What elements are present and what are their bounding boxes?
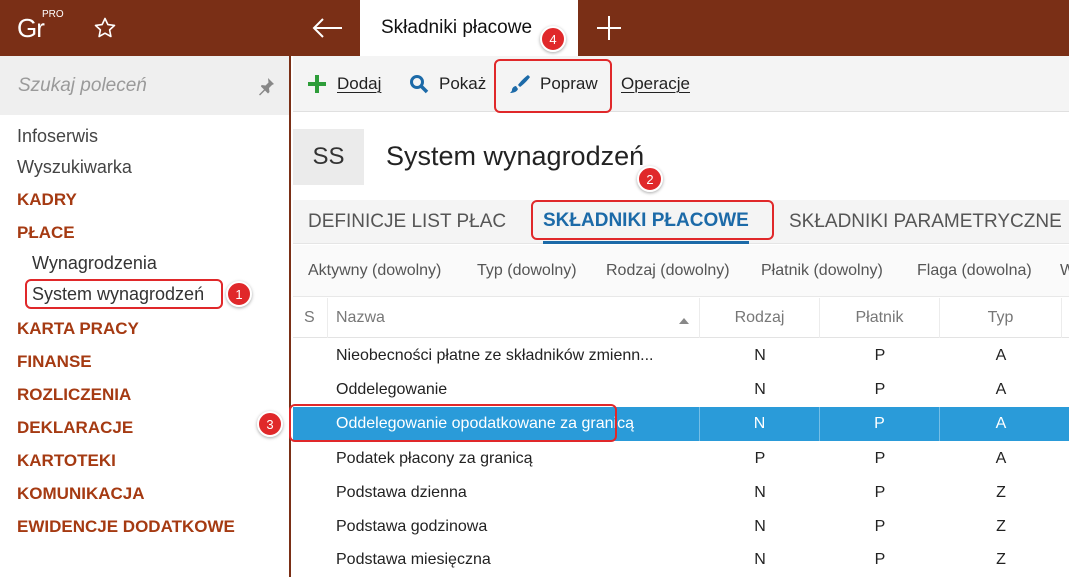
operations-button-label: Operacje — [621, 74, 690, 93]
cell-platnik: P — [874, 381, 886, 398]
sidebar: Infoserwis Wyszukiwarka KADRY PŁACE Wyna… — [0, 56, 291, 577]
sidebar-item-wyszukiwarka[interactable]: Wyszukiwarka — [17, 157, 132, 178]
cell-platnik: P — [874, 484, 886, 501]
column-header-rodzaj[interactable]: Rodzaj — [700, 298, 820, 338]
step-marker-1: 1 — [226, 281, 252, 307]
logo-text: Gr — [17, 13, 45, 43]
command-search-input[interactable] — [0, 56, 250, 115]
column-header-s[interactable]: S — [293, 298, 328, 338]
table-row[interactable]: Oddelegowanie N P A — [293, 373, 1069, 407]
column-header-typ[interactable]: Typ — [940, 298, 1062, 338]
cell-platnik: P — [874, 551, 886, 568]
show-button[interactable]: Pokaż — [409, 56, 486, 112]
window-tab-label: Składniki płacowe — [381, 17, 533, 38]
sidebar-item-infoserwis[interactable]: Infoserwis — [17, 126, 98, 147]
sort-ascending-icon — [678, 312, 690, 330]
app-logo[interactable]: Gr PRO — [0, 0, 72, 56]
cell-platnik: P — [874, 450, 886, 467]
filter-platnik[interactable]: Płatnik (dowolny) — [761, 245, 883, 297]
cell-nazwa: Oddelegowanie — [336, 381, 448, 398]
sidebar-item-kartoteki[interactable]: KARTOTEKI — [17, 451, 116, 471]
cell-nazwa: Podstawa godzinowa — [336, 518, 488, 535]
cell-nazwa: Podstawa miesięczna — [336, 551, 491, 568]
column-header-platnik[interactable]: Płatnik — [820, 298, 940, 338]
sidebar-item-rozliczenia[interactable]: ROZLICZENIA — [17, 385, 131, 405]
module-badge: SS — [293, 129, 364, 185]
show-button-label: Pokaż — [439, 74, 487, 93]
cell-rodzaj: N — [754, 347, 766, 364]
sidebar-item-wynagrodzenia[interactable]: Wynagrodzenia — [32, 253, 157, 274]
filter-aktywny[interactable]: Aktywny (dowolny) — [308, 245, 441, 297]
sidebar-item-deklaracje[interactable]: DEKLARACJE — [17, 418, 133, 438]
sidebar-item-komunikacja[interactable]: KOMUNIKACJA — [17, 484, 145, 504]
cell-nazwa: Oddelegowanie opodatkowane za granicą — [336, 407, 700, 441]
top-bar: Gr PRO Składniki płacowe — [0, 0, 1069, 56]
cell-platnik: P — [820, 407, 940, 441]
sidebar-item-system-wynagrodzen[interactable]: System wynagrodzeń — [32, 284, 204, 305]
page-title: System wynagrodzeń — [386, 141, 645, 171]
step-marker-4: 4 — [540, 26, 566, 52]
command-search — [0, 56, 289, 115]
table-row[interactable]: Podstawa miesięczna N P Z — [293, 543, 1069, 577]
table-row[interactable]: Nieobecności płatne ze składników zmienn… — [293, 339, 1069, 373]
pin-icon[interactable] — [256, 76, 276, 96]
cell-nazwa: Podatek płacony za granicą — [336, 450, 533, 467]
cell-typ: Z — [996, 551, 1006, 568]
column-header-nazwa-label: Nazwa — [336, 309, 385, 326]
cell-rodzaj: N — [754, 381, 766, 398]
cell-typ: A — [995, 381, 1007, 398]
toolbar: Dodaj Pokaż Popraw Operacje — [293, 56, 1069, 112]
cell-typ: A — [995, 347, 1007, 364]
operations-button[interactable]: Operacje — [621, 56, 690, 112]
cell-nazwa: Nieobecności płatne ze składników zmienn… — [336, 347, 654, 364]
cell-typ: A — [995, 415, 1007, 432]
sidebar-item-place[interactable]: PŁACE — [17, 223, 75, 243]
tab-skladniki-parametryczne[interactable]: SKŁADNIKI PARAMETRYCZNE — [789, 200, 1062, 244]
cell-nazwa: Podstawa dzienna — [336, 484, 467, 501]
sidebar-item-karta-pracy[interactable]: KARTA PRACY — [17, 319, 139, 339]
sidebar-item-ewidencje-dodatkowe[interactable]: EWIDENCJE DODATKOWE — [17, 517, 235, 537]
column-header-nazwa[interactable]: Nazwa — [328, 298, 700, 338]
cell-rodzaj: N — [700, 407, 820, 441]
search-icon — [409, 74, 429, 94]
sidebar-item-finanse[interactable]: FINANSE — [17, 352, 92, 372]
cell-typ: Z — [996, 518, 1006, 535]
brush-icon — [508, 73, 530, 95]
section-tabs: DEFINICJE LIST PŁAC SKŁADNIKI PŁACOWE SK… — [293, 200, 1069, 244]
back-arrow-icon[interactable] — [293, 0, 360, 56]
favorites-star-icon[interactable] — [72, 0, 138, 56]
filter-typ[interactable]: Typ (dowolny) — [477, 245, 577, 297]
add-button[interactable]: Dodaj — [307, 56, 381, 112]
filter-rodzaj[interactable]: Rodzaj (dowolny) — [606, 245, 730, 297]
filter-flaga[interactable]: Flaga (dowolna) — [917, 245, 1032, 297]
grid-header: S Nazwa Rodzaj Płatnik Typ — [293, 298, 1069, 338]
table-row[interactable]: Podstawa dzienna N P Z — [293, 476, 1069, 510]
step-marker-2: 2 — [637, 166, 663, 192]
tab-definicje-list-plac[interactable]: DEFINICJE LIST PŁAC — [308, 200, 506, 244]
cell-platnik: P — [874, 347, 886, 364]
tab-skladniki-placowe[interactable]: SKŁADNIKI PŁACOWE — [543, 200, 749, 244]
cell-typ: A — [995, 450, 1007, 467]
table-row[interactable]: Podatek płacony za granicą P P A — [293, 442, 1069, 476]
cell-rodzaj: N — [754, 484, 766, 501]
edit-button[interactable]: Popraw — [508, 56, 598, 112]
cell-platnik: P — [874, 518, 886, 535]
cell-rodzaj: N — [754, 518, 766, 535]
logo-badge: PRO — [42, 9, 64, 20]
edit-button-label: Popraw — [540, 74, 598, 93]
table-row[interactable]: Podstawa godzinowa N P Z — [293, 510, 1069, 544]
filter-bar: Aktywny (dowolny) Typ (dowolny) Rodzaj (… — [293, 245, 1069, 297]
add-button-label: Dodaj — [337, 74, 382, 93]
step-marker-3: 3 — [257, 411, 283, 437]
sidebar-item-kadry[interactable]: KADRY — [17, 190, 77, 210]
plus-icon — [307, 74, 327, 94]
cell-rodzaj: P — [754, 450, 766, 467]
filter-more[interactable]: W — [1060, 245, 1069, 297]
cell-rodzaj: N — [754, 551, 766, 568]
cell-typ: Z — [996, 484, 1006, 501]
new-tab-plus-icon[interactable] — [578, 0, 640, 56]
table-row-selected[interactable]: Oddelegowanie opodatkowane za granicą N … — [293, 407, 1069, 441]
